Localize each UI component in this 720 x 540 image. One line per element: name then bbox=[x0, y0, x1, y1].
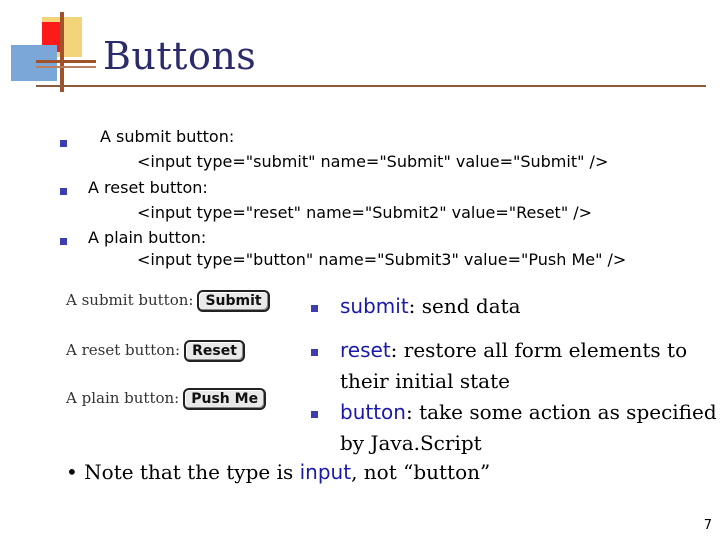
description-item: button: take some action as specified by… bbox=[340, 397, 717, 459]
bullet-icon bbox=[311, 349, 318, 356]
logo-blue-square bbox=[11, 45, 57, 81]
description-item: submit: send data bbox=[340, 291, 521, 322]
note-prefix: • Note that the type is bbox=[66, 460, 300, 484]
bullet-icon bbox=[60, 238, 67, 245]
description-keyword: reset bbox=[340, 338, 391, 362]
bullet-icon bbox=[60, 188, 67, 195]
description-keyword: submit bbox=[340, 294, 409, 318]
push-me-button[interactable]: Push Me bbox=[183, 388, 267, 410]
page-title: Buttons bbox=[103, 34, 257, 78]
bullet-icon bbox=[311, 305, 318, 312]
description-text: : take some action as specified bbox=[405, 400, 717, 424]
bullet-icon bbox=[311, 411, 318, 418]
code-item-label: A plain button: bbox=[88, 228, 207, 247]
description-text: : send data bbox=[408, 294, 521, 318]
logo-vertical-line bbox=[60, 12, 64, 92]
rendered-button-label: A plain button: bbox=[66, 389, 180, 407]
code-item-label: A reset button: bbox=[88, 178, 208, 197]
logo-horizontal-line bbox=[36, 60, 96, 63]
submit-button[interactable]: Submit bbox=[197, 290, 270, 312]
description-text: : restore all form elements to bbox=[390, 338, 688, 362]
page-number: 7 bbox=[703, 518, 712, 533]
rendered-button-row: A submit button: Submit bbox=[66, 290, 270, 312]
rendered-button-row: A reset button: Reset bbox=[66, 340, 245, 362]
description-item: reset: restore all form elements to thei… bbox=[340, 335, 687, 397]
rendered-button-label: A reset button: bbox=[66, 341, 181, 359]
logo-horizontal-line-2 bbox=[36, 66, 96, 68]
description-text-cont: by Java.Script bbox=[340, 431, 482, 455]
description-keyword: button bbox=[340, 400, 406, 424]
code-item-code: <input type="submit" name="Submit" value… bbox=[137, 152, 609, 171]
reset-button[interactable]: Reset bbox=[184, 340, 245, 362]
bullet-icon bbox=[60, 140, 67, 147]
description-text-cont: their initial state bbox=[340, 369, 510, 393]
type-note: • Note that the type is input, not “butt… bbox=[66, 460, 490, 484]
rendered-button-row: A plain button: Push Me bbox=[66, 388, 267, 410]
note-keyword: input bbox=[299, 460, 352, 484]
title-divider bbox=[36, 85, 706, 87]
note-suffix: , not “button” bbox=[351, 460, 491, 484]
code-item-code: <input type="reset" name="Submit2" value… bbox=[137, 203, 593, 222]
rendered-button-label: A submit button: bbox=[66, 291, 194, 309]
code-item-code: <input type="button" name="Submit3" valu… bbox=[137, 250, 627, 269]
code-item-label: A submit button: bbox=[100, 127, 235, 146]
